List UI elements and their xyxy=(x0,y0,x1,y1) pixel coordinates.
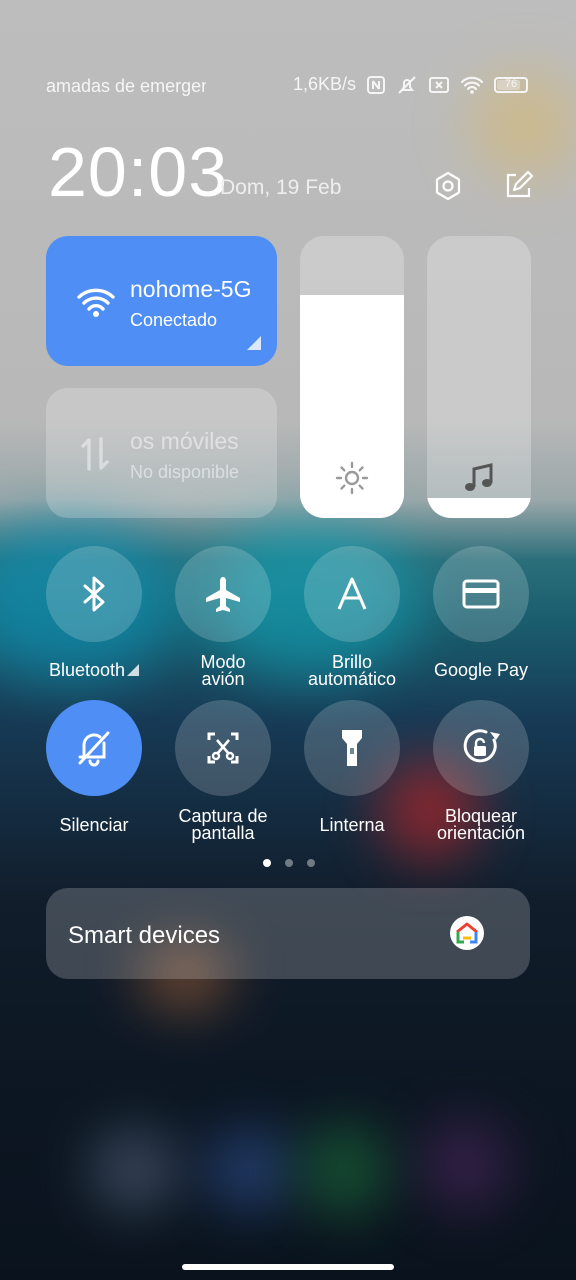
auto-brightness-label: Brillo automático xyxy=(282,653,422,689)
volume-fill xyxy=(427,498,531,518)
airplane-icon xyxy=(206,577,240,612)
volume-slider[interactable] xyxy=(427,236,531,518)
status-bar: amadas de emergen 1,6KB/s 76 xyxy=(0,72,576,102)
screenshot-icon xyxy=(207,732,239,764)
airplane-mode-label-line2: avión xyxy=(201,669,245,689)
wifi-icon xyxy=(77,288,115,317)
page-indicator xyxy=(263,859,315,867)
mobile-data-tile[interactable]: os móviles No disponible xyxy=(46,388,277,518)
bluetooth-label: Bluetooth xyxy=(24,660,164,680)
wifi-network-name: nohome-5G xyxy=(130,276,252,302)
brightness-slider[interactable] xyxy=(300,236,404,518)
nfc-icon xyxy=(367,75,385,94)
no-sim-icon xyxy=(429,76,449,93)
card-icon xyxy=(462,579,500,609)
status-icons: 1,6KB/s 76 xyxy=(293,74,528,95)
notification-ticker: amadas de emergen xyxy=(46,76,206,96)
flashlight-toggle[interactable] xyxy=(304,700,400,796)
network-speed: 1,6KB/s xyxy=(292,74,356,94)
expand-corner-icon[interactable] xyxy=(127,664,140,676)
wifi-status: Conectado xyxy=(130,310,218,330)
date[interactable]: Dom, 19 Feb xyxy=(220,176,341,200)
bluetooth-toggle[interactable] xyxy=(46,546,142,642)
edit-icon[interactable] xyxy=(502,170,534,202)
mobile-data-status: No disponible xyxy=(130,462,240,482)
screenshot-label: Captura de pantalla xyxy=(153,807,293,843)
google-home-glyph xyxy=(456,922,478,944)
bell-off-icon xyxy=(78,731,110,767)
rotation-lock-toggle[interactable] xyxy=(433,700,529,796)
wallpaper-blob xyxy=(205,1130,295,1210)
clock[interactable]: 20:03 xyxy=(48,132,228,212)
brightness-icon xyxy=(335,461,369,495)
wallpaper-blob xyxy=(420,1120,510,1210)
bluetooth-icon xyxy=(83,576,105,612)
rotation-lock-label: Bloquear orientación xyxy=(411,807,551,843)
bluetooth-label-text: Bluetooth xyxy=(48,660,126,680)
mobile-data-icon xyxy=(81,437,109,471)
page-dot-3[interactable] xyxy=(307,859,315,867)
auto-brightness-toggle[interactable] xyxy=(304,546,400,642)
settings-icon[interactable] xyxy=(432,170,464,202)
home-indicator[interactable] xyxy=(182,1264,394,1270)
wallpaper-blob xyxy=(90,1130,180,1210)
wallpaper-blob xyxy=(300,1125,390,1215)
wifi-tile[interactable]: nohome-5G Conectado xyxy=(46,236,277,366)
battery-icon: 76 xyxy=(494,76,528,93)
wifi-status-icon xyxy=(460,76,484,94)
expand-corner-icon[interactable] xyxy=(247,336,261,350)
silence-toggle[interactable] xyxy=(46,700,142,796)
rotation-lock-icon xyxy=(463,729,500,763)
screenshot-toggle[interactable] xyxy=(175,700,271,796)
smart-devices-card[interactable]: Smart devices xyxy=(46,888,530,979)
smart-devices-label: Smart devices xyxy=(68,922,221,949)
vibrate-off-icon xyxy=(398,75,416,94)
page-dot-1[interactable] xyxy=(263,859,271,867)
mobile-data-title: os móviles xyxy=(130,428,239,454)
flashlight-icon xyxy=(342,730,362,766)
auto-brightness-icon xyxy=(337,577,367,610)
google-pay-label: Google Pay xyxy=(433,660,529,680)
auto-brightness-label-line2: automático xyxy=(307,669,397,689)
screenshot-label-line2: pantalla xyxy=(191,823,255,843)
silence-label: Silenciar xyxy=(59,815,129,835)
music-note-icon xyxy=(465,463,493,491)
page-dot-2[interactable] xyxy=(285,859,293,867)
airplane-mode-toggle[interactable] xyxy=(175,546,271,642)
airplane-mode-label: Modo avión xyxy=(153,653,293,689)
google-home-icon xyxy=(450,916,484,950)
rotation-lock-label-line2: orientación xyxy=(436,823,526,843)
google-pay-toggle[interactable] xyxy=(433,546,529,642)
flashlight-label: Linterna xyxy=(319,815,385,835)
battery-level: 76 xyxy=(504,77,518,90)
